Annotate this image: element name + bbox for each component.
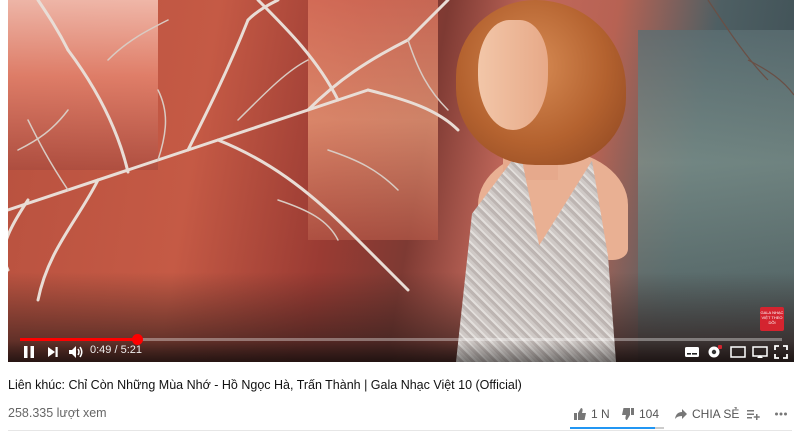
watermark-text: GALA NHẠC VIỆT THEO DÕI (760, 310, 784, 325)
next-button[interactable] (46, 343, 60, 361)
pause-icon (24, 346, 34, 358)
like-button[interactable]: 1 N (573, 404, 610, 424)
subtitles-button[interactable] (684, 343, 700, 361)
dislike-count: 104 (639, 407, 660, 421)
current-time: 0:49 (90, 344, 112, 356)
next-icon (48, 347, 58, 357)
fullscreen-icon (774, 345, 788, 359)
progress-bar[interactable] (20, 334, 782, 345)
miniplayer-icon (730, 346, 746, 358)
video-frame[interactable]: GALA NHẠC VIỆT THEO DÕI (8, 0, 794, 362)
dislike-button[interactable]: 104 (621, 404, 659, 424)
cast-button[interactable] (752, 343, 768, 361)
add-to-playlist-icon (747, 410, 760, 420)
more-icon (775, 412, 787, 416)
cast-icon (752, 346, 768, 358)
progress-played (20, 338, 137, 341)
share-label: CHIA SẺ (692, 407, 740, 421)
view-count: 258.335 lượt xem (8, 406, 107, 420)
thumbs-up-icon (574, 408, 586, 420)
more-actions-button[interactable] (774, 404, 788, 424)
time-separator: / (114, 344, 118, 356)
volume-button[interactable] (68, 343, 84, 361)
video-title: Liên khúc: Chỉ Còn Những Mùa Nhớ - Hồ Ng… (8, 378, 522, 392)
duration: 5:21 (120, 344, 143, 356)
channel-watermark[interactable]: GALA NHẠC VIỆT THEO DÕI (760, 307, 784, 331)
subtitles-icon (685, 347, 699, 357)
share-button[interactable]: CHIA SẺ (674, 404, 739, 424)
share-icon (675, 409, 687, 419)
add-to-playlist-button[interactable] (746, 404, 760, 424)
video-player[interactable]: GALA NHẠC VIỆT THEO DÕI 0:49 / 5:21 (8, 0, 794, 362)
like-count: 1 N (591, 407, 610, 421)
divider (8, 430, 792, 431)
play-pause-button[interactable] (22, 343, 36, 361)
time-display: 0:49 / 5:21 (90, 344, 142, 356)
thumbs-down-icon (622, 408, 634, 420)
miniplayer-button[interactable] (730, 343, 746, 361)
volume-icon (69, 346, 83, 358)
settings-button[interactable] (706, 343, 722, 361)
sentiment-like-fill (570, 427, 655, 429)
settings-icon (708, 345, 722, 358)
sentiment-bar (570, 427, 664, 429)
bare-branches (8, 0, 794, 302)
fullscreen-button[interactable] (774, 343, 788, 361)
